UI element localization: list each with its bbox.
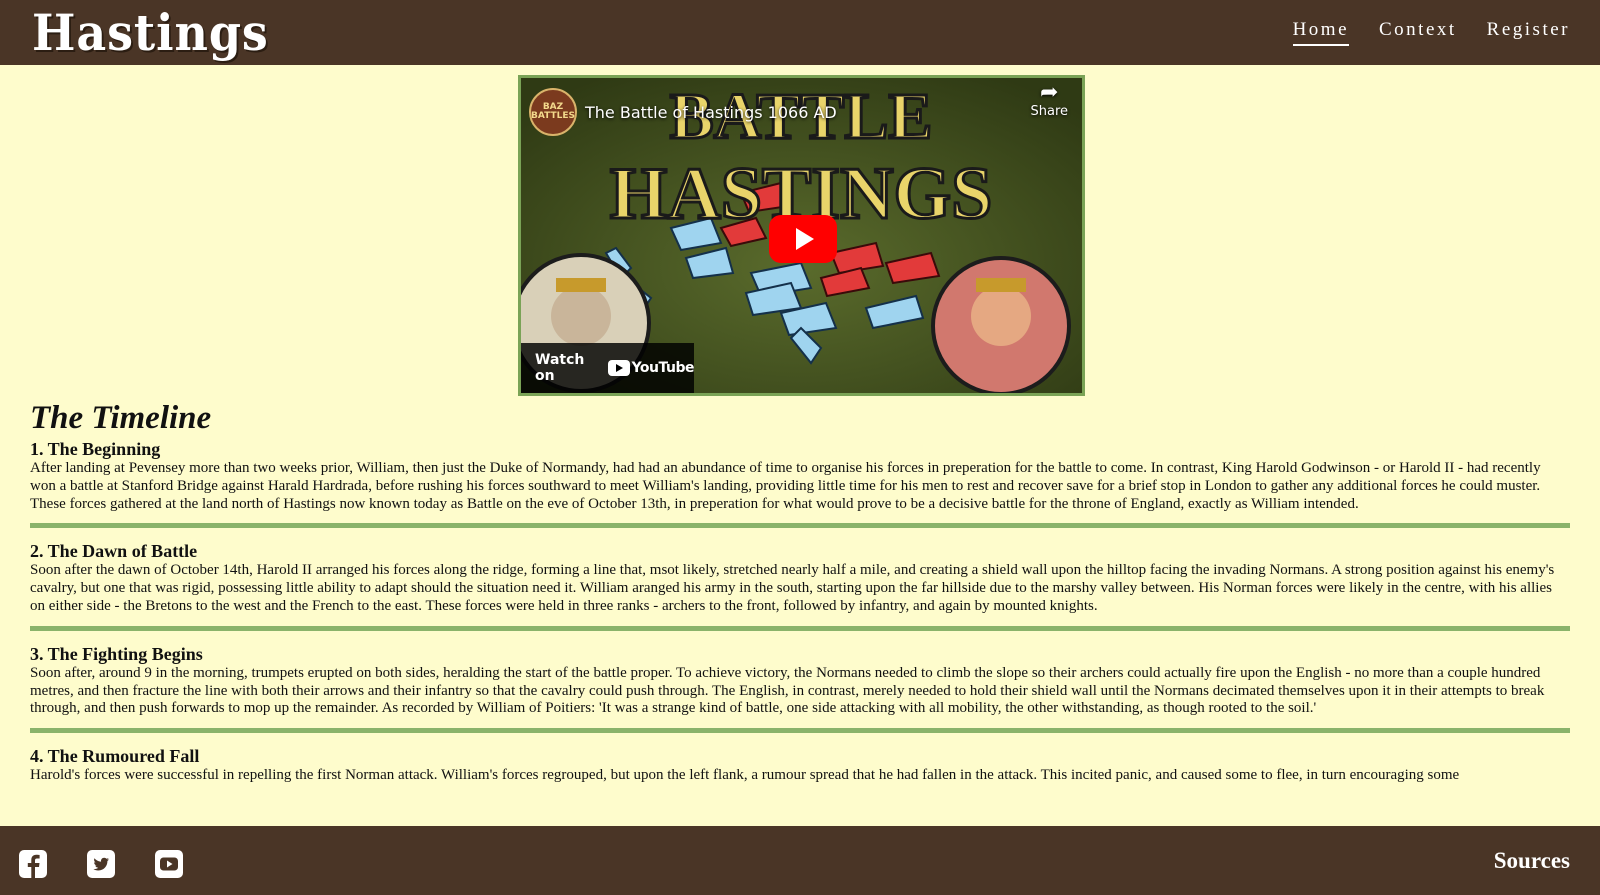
site-logo[interactable]: Hastings (32, 7, 269, 58)
play-icon (796, 228, 814, 250)
facebook-icon[interactable] (18, 849, 48, 879)
watch-on-youtube-button[interactable]: Watch on YouTube (521, 343, 695, 393)
share-label: Share (1030, 104, 1068, 119)
twitter-icon[interactable] (86, 849, 116, 879)
section-divider (30, 523, 1570, 529)
youtube-icon[interactable] (154, 849, 184, 879)
section-heading: 3. The Fighting Begins (30, 643, 203, 664)
video-title[interactable]: The Battle of Hastings 1066 AD (585, 103, 837, 122)
timeline-title: The Timeline (30, 400, 212, 436)
share-icon: ➦ (1040, 80, 1059, 105)
section-body: Soon after, around 9 in the morning, tru… (30, 664, 1545, 717)
section-divider (30, 625, 1570, 631)
timeline-section: 1. The Beginning After landing at Pevens… (30, 436, 1570, 513)
share-button[interactable]: ➦ Share (1030, 80, 1068, 120)
channel-avatar[interactable]: BAZ BATTLES (529, 88, 577, 136)
nav-register-link[interactable]: Register (1487, 19, 1570, 46)
site-header: Hastings Home Context Register (0, 0, 1600, 65)
timeline-section: 3. The Fighting Begins Soon after, aroun… (30, 641, 1570, 718)
video-top-bar: BAZ BATTLES The Battle of Hastings 1066 … (529, 86, 1074, 138)
nav-home-link[interactable]: Home (1292, 19, 1349, 46)
section-heading: 4. The Rumoured Fall (30, 746, 200, 767)
section-body: Harold's forces were successful in repel… (30, 767, 1460, 784)
play-button[interactable] (769, 215, 837, 263)
youtube-wordmark: YouTube (631, 360, 695, 376)
main-nav: Home Context Register (1292, 19, 1570, 46)
timeline-content: The Timeline 1. The Beginning After land… (30, 400, 1570, 785)
youtube-logo: YouTube (607, 360, 695, 376)
section-divider (30, 728, 1570, 734)
watch-on-label: Watch on (535, 352, 585, 384)
site-footer: Sources (0, 826, 1600, 895)
timeline-section: 2. The Dawn of Battle Soon after the daw… (30, 538, 1570, 615)
nav-context-link[interactable]: Context (1379, 19, 1457, 46)
youtube-embed[interactable]: BATTLE HASTINGS BAZ BATTLES The Battle o… (518, 75, 1085, 396)
section-heading: 1. The Beginning (30, 439, 161, 459)
section-heading: 2. The Dawn of Battle (30, 541, 198, 562)
section-body: Soon after the dawn of October 14th, Har… (30, 562, 1555, 614)
timeline-section: 4. The Rumoured Fall Harold's forces wer… (30, 743, 1570, 785)
youtube-play-icon (607, 360, 630, 376)
section-body: After landing at Pevensey more than two … (30, 460, 1541, 512)
social-links (18, 849, 184, 879)
sources-link[interactable]: Sources (1494, 848, 1570, 874)
